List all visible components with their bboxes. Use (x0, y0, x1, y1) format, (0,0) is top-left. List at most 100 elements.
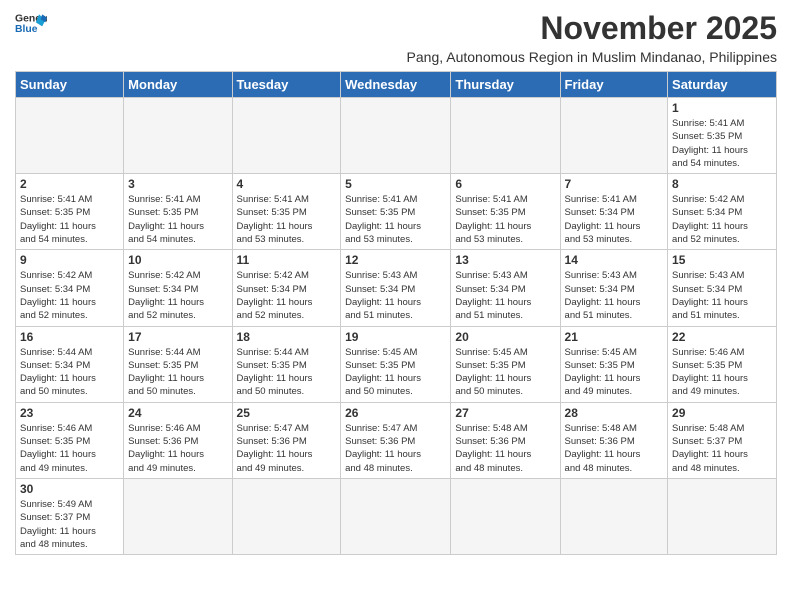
calendar-header-friday: Friday (560, 72, 668, 98)
day-number: 21 (565, 330, 664, 344)
day-number: 10 (128, 253, 227, 267)
day-info: Sunrise: 5:45 AM Sunset: 5:35 PM Dayligh… (455, 346, 555, 399)
calendar-cell: 2 Sunrise: 5:41 AM Sunset: 5:35 PM Daylig… (16, 174, 124, 250)
calendar-cell (124, 98, 232, 174)
calendar-cell: 21 Sunrise: 5:45 AM Sunset: 5:35 PM Dayli… (560, 326, 668, 402)
day-info: Sunrise: 5:43 AM Sunset: 5:34 PM Dayligh… (565, 269, 664, 322)
day-number: 13 (455, 253, 555, 267)
location-subtitle: Pang, Autonomous Region in Muslim Mindan… (407, 49, 777, 65)
day-info: Sunrise: 5:41 AM Sunset: 5:35 PM Dayligh… (128, 193, 227, 246)
day-info: Sunrise: 5:45 AM Sunset: 5:35 PM Dayligh… (565, 346, 664, 399)
calendar-cell: 3 Sunrise: 5:41 AM Sunset: 5:35 PM Daylig… (124, 174, 232, 250)
day-number: 2 (20, 177, 119, 191)
day-number: 11 (237, 253, 337, 267)
svg-text:Blue: Blue (15, 24, 38, 35)
calendar-cell: 14 Sunrise: 5:43 AM Sunset: 5:34 PM Dayli… (560, 250, 668, 326)
calendar-header-thursday: Thursday (451, 72, 560, 98)
day-number: 22 (672, 330, 772, 344)
day-info: Sunrise: 5:45 AM Sunset: 5:35 PM Dayligh… (345, 346, 446, 399)
day-info: Sunrise: 5:41 AM Sunset: 5:35 PM Dayligh… (345, 193, 446, 246)
calendar-week-row: 2 Sunrise: 5:41 AM Sunset: 5:35 PM Daylig… (16, 174, 777, 250)
calendar-cell (124, 478, 232, 554)
calendar-cell: 19 Sunrise: 5:45 AM Sunset: 5:35 PM Dayli… (341, 326, 451, 402)
day-number: 23 (20, 406, 119, 420)
calendar-cell: 9 Sunrise: 5:42 AM Sunset: 5:34 PM Daylig… (16, 250, 124, 326)
day-info: Sunrise: 5:49 AM Sunset: 5:37 PM Dayligh… (20, 498, 119, 551)
calendar-cell: 11Sunrise: 5:42 AM Sunset: 5:34 PM Dayli… (232, 250, 341, 326)
calendar-cell (560, 478, 668, 554)
calendar-cell: 5 Sunrise: 5:41 AM Sunset: 5:35 PM Daylig… (341, 174, 451, 250)
day-info: Sunrise: 5:48 AM Sunset: 5:37 PM Dayligh… (672, 422, 772, 475)
day-number: 28 (565, 406, 664, 420)
calendar-week-row: 9 Sunrise: 5:42 AM Sunset: 5:34 PM Daylig… (16, 250, 777, 326)
day-info: Sunrise: 5:43 AM Sunset: 5:34 PM Dayligh… (345, 269, 446, 322)
day-number: 5 (345, 177, 446, 191)
day-info: Sunrise: 5:47 AM Sunset: 5:36 PM Dayligh… (237, 422, 337, 475)
calendar-cell: 29 Sunrise: 5:48 AM Sunset: 5:37 PM Dayli… (668, 402, 777, 478)
day-info: Sunrise: 5:42 AM Sunset: 5:34 PM Dayligh… (20, 269, 119, 322)
day-info: Sunrise: 5:43 AM Sunset: 5:34 PM Dayligh… (672, 269, 772, 322)
day-info: Sunrise: 5:46 AM Sunset: 5:35 PM Dayligh… (20, 422, 119, 475)
calendar-cell (341, 478, 451, 554)
day-number: 29 (672, 406, 772, 420)
calendar-cell (232, 98, 341, 174)
day-info: Sunrise: 5:44 AM Sunset: 5:35 PM Dayligh… (237, 346, 337, 399)
day-info: Sunrise: 5:41 AM Sunset: 5:35 PM Dayligh… (20, 193, 119, 246)
calendar-cell (16, 98, 124, 174)
day-info: Sunrise: 5:41 AM Sunset: 5:35 PM Dayligh… (672, 117, 772, 170)
calendar-cell: 24 Sunrise: 5:46 AM Sunset: 5:36 PM Dayli… (124, 402, 232, 478)
calendar-cell: 23 Sunrise: 5:46 AM Sunset: 5:35 PM Dayli… (16, 402, 124, 478)
calendar-table: SundayMondayTuesdayWednesdayThursdayFrid… (15, 71, 777, 555)
calendar-cell: 6Sunrise: 5:41 AM Sunset: 5:35 PM Daylig… (451, 174, 560, 250)
calendar-header-saturday: Saturday (668, 72, 777, 98)
day-info: Sunrise: 5:44 AM Sunset: 5:35 PM Dayligh… (128, 346, 227, 399)
calendar-cell: 13 Sunrise: 5:43 AM Sunset: 5:34 PM Dayli… (451, 250, 560, 326)
day-number: 25 (237, 406, 337, 420)
day-number: 20 (455, 330, 555, 344)
calendar-cell: 8Sunrise: 5:42 AM Sunset: 5:34 PM Daylig… (668, 174, 777, 250)
day-number: 7 (565, 177, 664, 191)
calendar-cell: 15 Sunrise: 5:43 AM Sunset: 5:34 PM Dayli… (668, 250, 777, 326)
calendar-week-row: 23 Sunrise: 5:46 AM Sunset: 5:35 PM Dayli… (16, 402, 777, 478)
day-info: Sunrise: 5:43 AM Sunset: 5:34 PM Dayligh… (455, 269, 555, 322)
day-info: Sunrise: 5:48 AM Sunset: 5:36 PM Dayligh… (565, 422, 664, 475)
calendar-cell (451, 98, 560, 174)
day-info: Sunrise: 5:46 AM Sunset: 5:36 PM Dayligh… (128, 422, 227, 475)
day-number: 14 (565, 253, 664, 267)
calendar-header-tuesday: Tuesday (232, 72, 341, 98)
day-info: Sunrise: 5:46 AM Sunset: 5:35 PM Dayligh… (672, 346, 772, 399)
calendar-cell: 22 Sunrise: 5:46 AM Sunset: 5:35 PM Dayli… (668, 326, 777, 402)
calendar-cell: 18Sunrise: 5:44 AM Sunset: 5:35 PM Dayli… (232, 326, 341, 402)
day-info: Sunrise: 5:42 AM Sunset: 5:34 PM Dayligh… (128, 269, 227, 322)
day-number: 24 (128, 406, 227, 420)
calendar-header-sunday: Sunday (16, 72, 124, 98)
calendar-header-monday: Monday (124, 72, 232, 98)
day-number: 3 (128, 177, 227, 191)
day-number: 12 (345, 253, 446, 267)
calendar-cell: 7Sunrise: 5:41 AM Sunset: 5:34 PM Daylig… (560, 174, 668, 250)
day-number: 19 (345, 330, 446, 344)
calendar-week-row: 16Sunrise: 5:44 AM Sunset: 5:34 PM Dayli… (16, 326, 777, 402)
calendar-cell: 28 Sunrise: 5:48 AM Sunset: 5:36 PM Dayli… (560, 402, 668, 478)
day-number: 9 (20, 253, 119, 267)
calendar-cell (668, 478, 777, 554)
calendar-cell (451, 478, 560, 554)
calendar-cell (232, 478, 341, 554)
calendar-cell: 17 Sunrise: 5:44 AM Sunset: 5:35 PM Dayli… (124, 326, 232, 402)
calendar-header-row: SundayMondayTuesdayWednesdayThursdayFrid… (16, 72, 777, 98)
day-number: 27 (455, 406, 555, 420)
day-number: 30 (20, 482, 119, 496)
day-number: 15 (672, 253, 772, 267)
day-number: 8 (672, 177, 772, 191)
calendar-cell: 20 Sunrise: 5:45 AM Sunset: 5:35 PM Dayli… (451, 326, 560, 402)
calendar-cell: 16Sunrise: 5:44 AM Sunset: 5:34 PM Dayli… (16, 326, 124, 402)
calendar-cell (560, 98, 668, 174)
calendar-cell: 1Sunrise: 5:41 AM Sunset: 5:35 PM Daylig… (668, 98, 777, 174)
calendar-week-row: 1Sunrise: 5:41 AM Sunset: 5:35 PM Daylig… (16, 98, 777, 174)
calendar-week-row: 30 Sunrise: 5:49 AM Sunset: 5:37 PM Dayli… (16, 478, 777, 554)
day-number: 17 (128, 330, 227, 344)
title-area: November 2025 Pang, Autonomous Region in… (407, 10, 777, 65)
calendar-cell: 30 Sunrise: 5:49 AM Sunset: 5:37 PM Dayli… (16, 478, 124, 554)
calendar-cell: 12 Sunrise: 5:43 AM Sunset: 5:34 PM Dayli… (341, 250, 451, 326)
day-info: Sunrise: 5:41 AM Sunset: 5:35 PM Dayligh… (455, 193, 555, 246)
